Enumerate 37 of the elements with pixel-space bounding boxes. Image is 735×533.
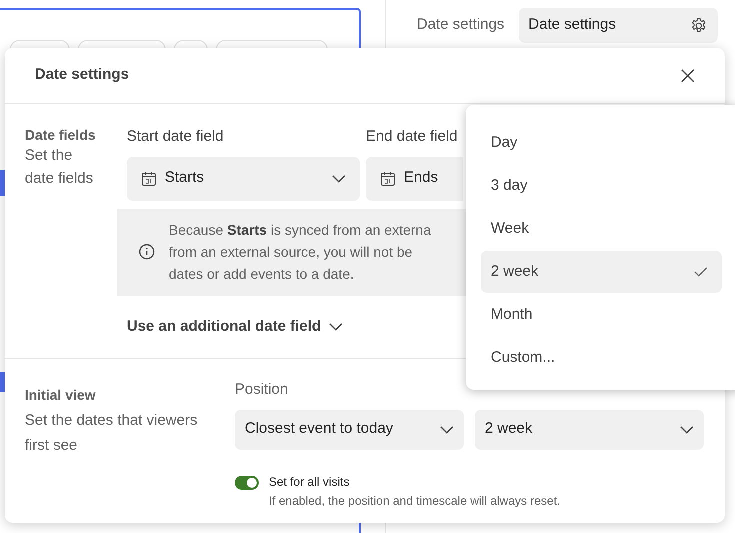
toggle-hint: If enabled, the position and timescale will always reset. [269,492,560,510]
section-heading: Date fields [25,126,97,144]
info-text: Because Starts is synced from an externa from an external source, you will not be dates or add events to a date. [169,221,432,284]
field-label: End date field [366,127,459,147]
menu-item[interactable]: Custom... [481,337,722,379]
canvas-marker [0,170,5,196]
end-date-select[interactable]: Ends [366,156,463,200]
chevron-down-icon [332,174,346,182]
menu-item[interactable]: Day [481,122,722,164]
menu-item[interactable]: 3 day [481,165,722,207]
chevron-down-icon [680,426,694,434]
info-icon [139,244,155,260]
dialog-title: Date settings [35,65,130,86]
canvas-marker [0,372,5,392]
position-select[interactable]: Closest event to today [235,410,464,450]
field-label: Start date field [127,127,225,147]
toggle-label: Set for all visits [269,474,351,490]
section-heading: Initial view [25,386,97,405]
start-date-select[interactable]: Starts [127,156,360,200]
settings-icon [690,16,708,34]
close-icon[interactable] [681,68,695,82]
section-description: Set the date fields [25,146,94,189]
chevron-down-icon [440,426,454,434]
calendar-icon [380,170,396,186]
menu-item[interactable]: Week [481,208,722,250]
calendar-icon [141,170,157,186]
field-label: Position [235,380,290,400]
additional-date-field-button[interactable]: Use an additional date field [127,316,344,338]
toggle-switch[interactable] [235,476,259,490]
section-description: Set the dates that viewers first see [25,411,199,456]
date-settings-field[interactable]: Date settings [518,8,718,43]
chevron-down-icon [329,322,344,331]
menu-item[interactable]: Month [481,294,722,336]
menu-item[interactable]: 2 week [481,251,722,293]
field-label: Date settings [417,15,505,36]
checkmark-icon [694,267,708,277]
timescale-select[interactable]: 2 week [475,410,704,450]
